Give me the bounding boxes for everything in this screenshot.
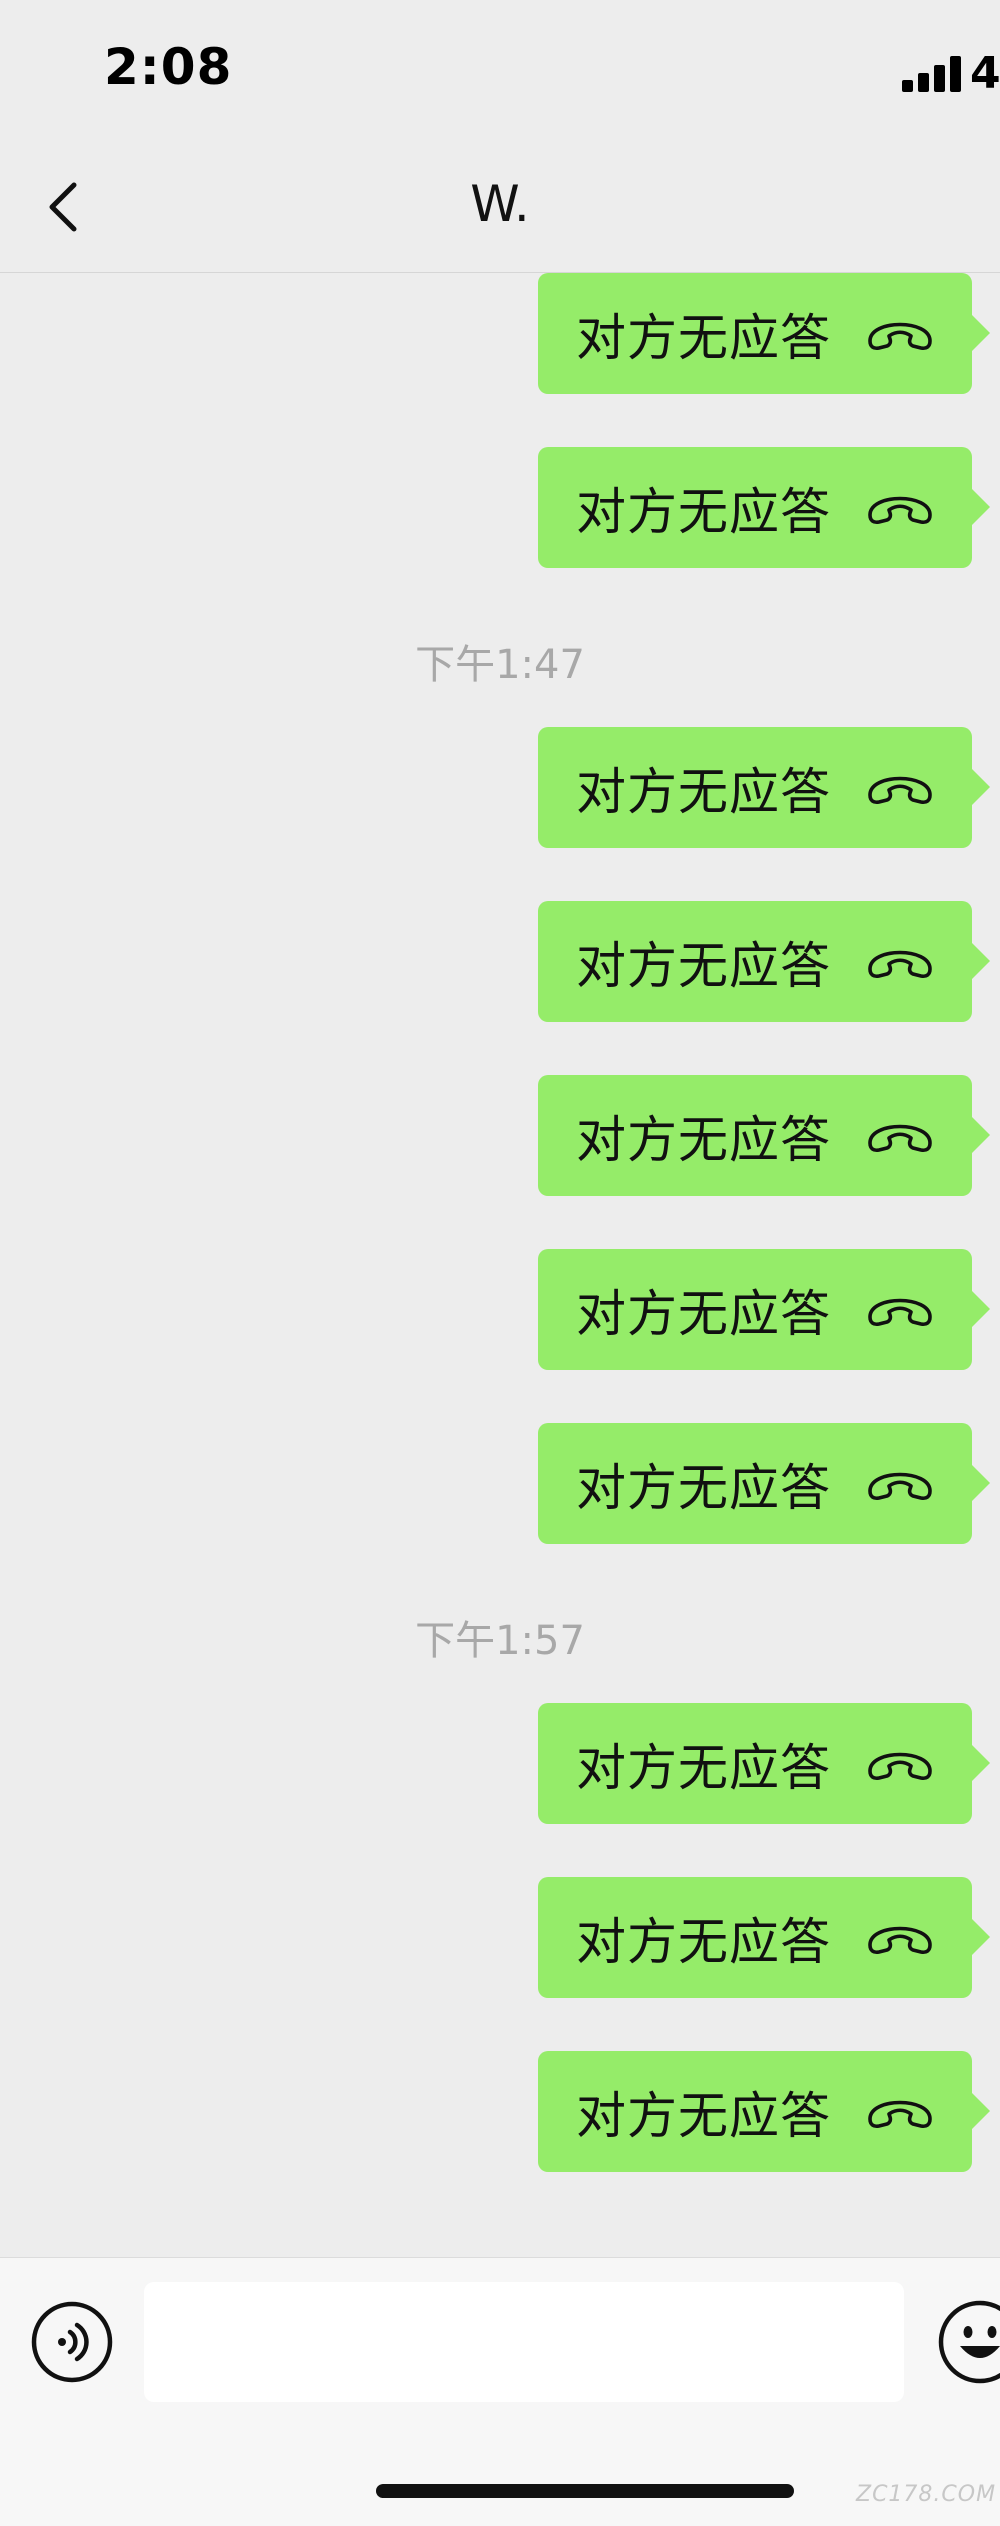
chat-screen: 2:08 4G W. 对方无应答对方无应答下午1:47对方无应答对方无应答对方无… bbox=[0, 0, 1000, 2526]
hangup-phone-icon bbox=[864, 1741, 936, 1785]
call-status-text: 对方无应答 bbox=[576, 1110, 831, 1169]
missed-call-bubble[interactable]: 对方无应答 bbox=[538, 2051, 990, 2172]
home-indicator[interactable] bbox=[376, 2484, 794, 2498]
message-row: 对方无应答 bbox=[538, 1249, 990, 1370]
hangup-phone-icon bbox=[864, 311, 936, 355]
message-row: 对方无应答 bbox=[538, 273, 990, 394]
missed-call-bubble[interactable]: 对方无应答 bbox=[538, 273, 990, 394]
call-status-text: 对方无应答 bbox=[576, 1284, 831, 1343]
missed-call-bubble[interactable]: 对方无应答 bbox=[538, 1703, 990, 1824]
nav-bar: W. bbox=[0, 145, 1000, 273]
hangup-phone-icon bbox=[864, 765, 936, 809]
voice-button[interactable] bbox=[30, 2300, 114, 2384]
missed-call-bubble[interactable]: 对方无应答 bbox=[538, 447, 990, 568]
hangup-phone-icon bbox=[864, 1287, 936, 1331]
call-status-text: 对方无应答 bbox=[576, 762, 831, 821]
message-row: 对方无应答 bbox=[538, 2051, 990, 2172]
message-timestamp: 下午1:47 bbox=[415, 642, 585, 688]
call-status-text: 对方无应答 bbox=[576, 482, 831, 541]
missed-call-bubble[interactable]: 对方无应答 bbox=[538, 1877, 990, 1998]
message-row: 对方无应答 bbox=[538, 1423, 990, 1544]
watermark-text: ZC178.COM bbox=[856, 2482, 997, 2507]
missed-call-bubble[interactable]: 对方无应答 bbox=[538, 901, 990, 1022]
hangup-phone-icon bbox=[864, 1113, 936, 1157]
message-row: 对方无应答 bbox=[538, 1877, 990, 1998]
hangup-phone-icon bbox=[864, 1461, 936, 1505]
message-row: 对方无应答 bbox=[538, 447, 990, 568]
message-row: 对方无应答 bbox=[538, 901, 990, 1022]
status-time: 2:08 bbox=[104, 38, 233, 96]
missed-call-bubble[interactable]: 对方无应答 bbox=[538, 1249, 990, 1370]
message-row: 对方无应答 bbox=[538, 1703, 990, 1824]
signal-strength-icon bbox=[902, 56, 962, 92]
status-bar: 2:08 4G bbox=[0, 0, 1000, 145]
message-timestamp: 下午1:57 bbox=[415, 1618, 585, 1664]
missed-call-bubble[interactable]: 对方无应答 bbox=[538, 1075, 990, 1196]
call-status-text: 对方无应答 bbox=[576, 308, 831, 367]
hangup-phone-icon bbox=[864, 1915, 936, 1959]
voice-icon bbox=[31, 2301, 113, 2383]
message-input[interactable] bbox=[144, 2282, 904, 2402]
message-row: 对方无应答 bbox=[538, 1075, 990, 1196]
emoji-button[interactable] bbox=[936, 2298, 1000, 2386]
emoji-icon bbox=[938, 2300, 1000, 2384]
missed-call-bubble[interactable]: 对方无应答 bbox=[538, 727, 990, 848]
hangup-phone-icon bbox=[864, 2089, 936, 2133]
call-status-text: 对方无应答 bbox=[576, 2086, 831, 2145]
call-status-text: 对方无应答 bbox=[576, 936, 831, 995]
call-status-text: 对方无应答 bbox=[576, 1912, 831, 1971]
chat-title: W. bbox=[470, 175, 530, 233]
message-row: 对方无应答 bbox=[538, 727, 990, 848]
call-status-text: 对方无应答 bbox=[576, 1458, 831, 1517]
message-list[interactable]: 对方无应答 对方无应答 下午1:47 对方无应答 对方无应答 对方无应答 对方无应答 对方无应… bbox=[0, 273, 1000, 2257]
hangup-phone-icon bbox=[864, 485, 936, 529]
missed-call-bubble[interactable]: 对方无应答 bbox=[538, 1423, 990, 1544]
call-status-text: 对方无应答 bbox=[576, 1738, 831, 1797]
hangup-phone-icon bbox=[864, 939, 936, 983]
network-type: 4G bbox=[970, 48, 1000, 99]
input-bar bbox=[0, 2257, 1000, 2526]
